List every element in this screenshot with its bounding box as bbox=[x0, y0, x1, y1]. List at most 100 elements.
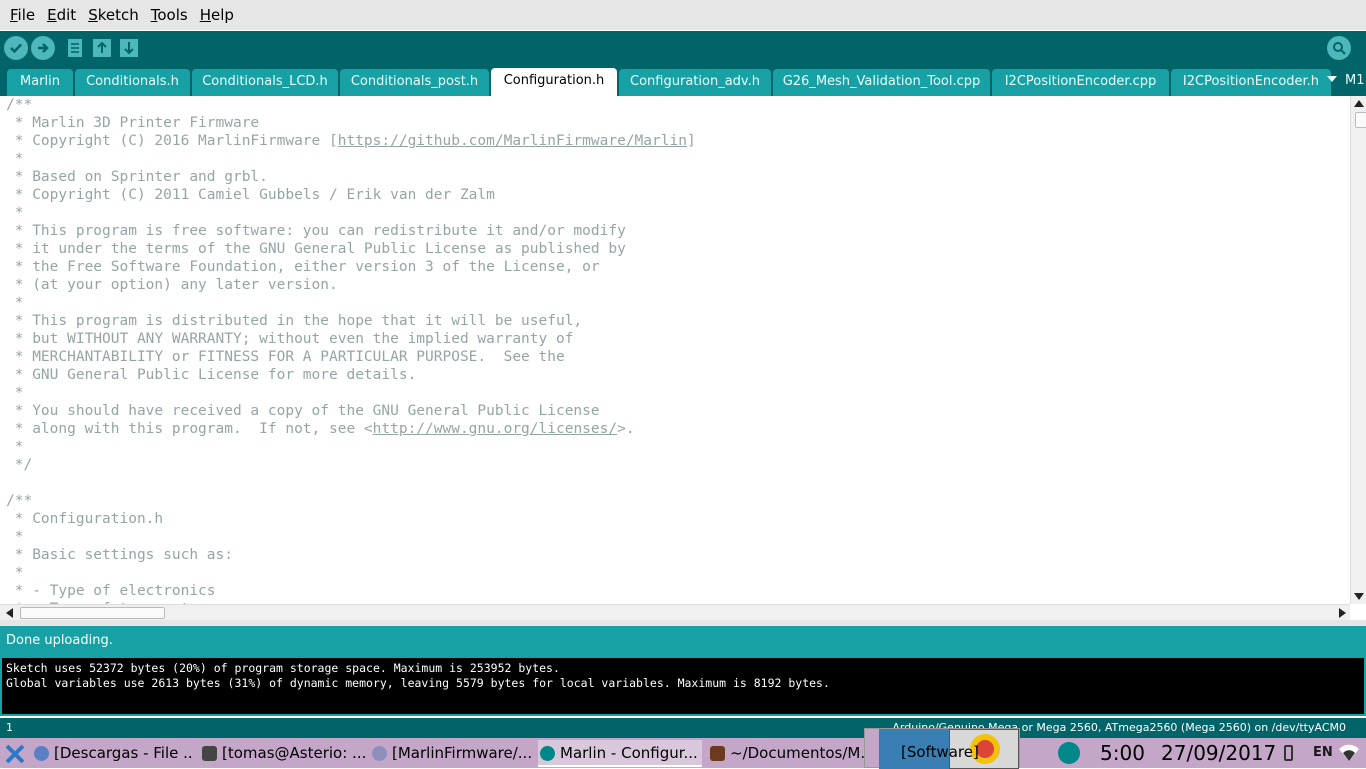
vertical-scrollbar[interactable] bbox=[1350, 96, 1366, 604]
date[interactable]: 27/09/2017 bbox=[1161, 738, 1276, 768]
code-line: * (at your option) any later version. bbox=[6, 277, 338, 293]
tab-label: Configuration_adv.h bbox=[630, 74, 760, 89]
tab-conditionals-h[interactable]: Conditionals.h bbox=[75, 69, 190, 96]
save-button[interactable] bbox=[118, 37, 140, 59]
code-line: * Copyright (C) 2011 Camiel Gubbels / Er… bbox=[6, 187, 495, 203]
code-line: * bbox=[6, 205, 24, 221]
tab-conditionals-lcd-h[interactable]: Conditionals_LCD.h bbox=[192, 69, 338, 96]
task-documentos[interactable]: ~/Documentos/M... bbox=[708, 740, 872, 767]
arduino-icon bbox=[540, 746, 555, 761]
code-line: * it under the terms of the GNU General … bbox=[6, 241, 626, 257]
start-menu-icon[interactable] bbox=[4, 743, 26, 765]
scroll-down-icon[interactable] bbox=[1354, 593, 1364, 600]
image-icon bbox=[710, 746, 725, 761]
tab-i2c-position-encoder-h[interactable]: I2CPositionEncoder.h bbox=[1171, 69, 1331, 96]
save-icon bbox=[120, 39, 138, 57]
open-button[interactable] bbox=[91, 37, 113, 59]
tab-configuration-adv-h[interactable]: Configuration_adv.h bbox=[619, 69, 771, 96]
tab-i2c-position-encoder-cpp[interactable]: I2CPositionEncoder.cpp bbox=[992, 69, 1169, 96]
tab-g26-mesh-validation-tool[interactable]: G26_Mesh_Validation_Tool.cpp bbox=[773, 69, 990, 96]
tab-label: Configuration.h bbox=[503, 73, 605, 88]
code-line: * MERCHANTABILITY or FITNESS FOR A PARTI… bbox=[6, 349, 565, 365]
tab-marlin[interactable]: Marlin bbox=[7, 69, 73, 96]
tab-label: I2CPositionEncoder.h bbox=[1182, 74, 1320, 89]
tab-label: Conditionals_post.h bbox=[350, 74, 479, 89]
horizontal-scrollbar[interactable] bbox=[0, 604, 1350, 620]
code-line: * GNU General Public License for more de… bbox=[6, 367, 417, 383]
code-line: * Marlin 3D Printer Firmware bbox=[6, 115, 260, 131]
scroll-left-icon[interactable] bbox=[6, 608, 13, 618]
code-line: * Basic settings such as: bbox=[6, 547, 233, 563]
clock[interactable]: 5:00 bbox=[1100, 738, 1145, 768]
upload-button[interactable] bbox=[31, 36, 55, 60]
scroll-up-icon[interactable] bbox=[1354, 100, 1364, 107]
terminal-icon bbox=[202, 746, 217, 761]
task-label: [tomas@Asterio: ... bbox=[222, 744, 366, 762]
code-line: * Copyright (C) 2016 MarlinFirmware [htt… bbox=[6, 133, 696, 149]
language-indicator[interactable]: EN bbox=[1313, 738, 1333, 768]
download-icon bbox=[34, 746, 49, 761]
code-line: */ bbox=[6, 457, 33, 473]
task-label: Marlin - Configur... bbox=[560, 744, 698, 762]
serial-monitor-button[interactable] bbox=[1327, 36, 1351, 60]
menu-sketch-mnemonic: S bbox=[88, 6, 98, 24]
tab-label: Conditionals_LCD.h bbox=[202, 74, 328, 89]
code-link[interactable]: http://www.gnu.org/licenses/ bbox=[373, 421, 617, 437]
window-preview-popup[interactable]: [Software] bbox=[864, 728, 1020, 769]
task-label: [Descargas - File ... bbox=[54, 744, 194, 762]
verify-button[interactable] bbox=[4, 36, 28, 60]
vertical-scroll-thumb[interactable] bbox=[1355, 112, 1366, 128]
code-line: * Configuration.h bbox=[6, 511, 164, 527]
verify-icon bbox=[10, 43, 22, 54]
tab-conditionals-post-h[interactable]: Conditionals_post.h bbox=[340, 69, 489, 96]
new-button[interactable] bbox=[64, 37, 86, 59]
horizontal-scroll-thumb[interactable] bbox=[20, 607, 165, 619]
menu-file-mnemonic: F bbox=[10, 6, 18, 24]
task-arduino[interactable]: Marlin - Configur... bbox=[538, 740, 702, 767]
code-line: * bbox=[6, 565, 24, 581]
code-line: * bbox=[6, 529, 24, 545]
menu-tools[interactable]: Tools bbox=[145, 0, 194, 30]
console-output[interactable]: Sketch uses 52372 bytes (20%) of program… bbox=[0, 658, 1366, 716]
code-line: /** bbox=[6, 493, 33, 509]
toolbar bbox=[0, 31, 1366, 64]
code-line: * along with this program. If not, see <… bbox=[6, 421, 635, 437]
code-line: * but WITHOUT ANY WARRANTY; without even… bbox=[6, 331, 574, 347]
code-text[interactable]: /** * Marlin 3D Printer Firmware * Copyr… bbox=[6, 96, 1346, 604]
code-line: * - Type of electronics bbox=[6, 583, 216, 599]
code-editor[interactable]: /** * Marlin 3D Printer Firmware * Copyr… bbox=[0, 96, 1366, 620]
wifi-icon[interactable] bbox=[1338, 744, 1360, 762]
menu-edit-label: dit bbox=[56, 6, 77, 24]
scroll-right-icon[interactable] bbox=[1339, 608, 1346, 618]
battery-icon[interactable] bbox=[1284, 745, 1293, 761]
task-descargas[interactable]: [Descargas - File ... bbox=[32, 740, 194, 767]
menu-file[interactable]: File bbox=[4, 0, 41, 30]
code-line: * the Free Software Foundation, either v… bbox=[6, 259, 600, 275]
code-line: /** bbox=[6, 97, 33, 113]
tab-configuration-h[interactable]: Configuration.h bbox=[491, 68, 617, 96]
code-link[interactable]: https://github.com/MarlinFirmware/Marlin bbox=[338, 133, 687, 149]
task-browser[interactable]: [MarlinFirmware/... bbox=[370, 740, 534, 767]
footer-bar: 1 Arduino/Genuino Mega or Mega 2560, ATm… bbox=[0, 718, 1366, 738]
tab-overflow-label: M1 bbox=[1345, 73, 1365, 88]
menu-help[interactable]: Help bbox=[194, 0, 240, 30]
taskbar: [Descargas - File ... [tomas@Asterio: ..… bbox=[0, 738, 1366, 768]
menu-edit[interactable]: Edit bbox=[41, 0, 82, 30]
menu-help-label: elp bbox=[210, 6, 234, 24]
code-line: * This program is free software: you can… bbox=[6, 223, 626, 239]
arduino-tray-icon[interactable] bbox=[1058, 742, 1080, 764]
menu-edit-mnemonic: E bbox=[47, 6, 57, 24]
preview-label: [Software] bbox=[901, 743, 979, 761]
new-icon bbox=[68, 39, 82, 57]
upload-icon bbox=[38, 43, 49, 53]
tab-strip: Marlin Conditionals.h Conditionals_LCD.h… bbox=[0, 64, 1366, 96]
menu-sketch[interactable]: Sketch bbox=[82, 0, 145, 30]
menu-sketch-label: ketch bbox=[97, 6, 139, 24]
task-terminal[interactable]: [tomas@Asterio: ... bbox=[200, 740, 366, 767]
tab-label: Marlin bbox=[20, 74, 60, 89]
tab-label: I2CPositionEncoder.cpp bbox=[1004, 74, 1157, 89]
tab-menu-arrow-icon[interactable] bbox=[1327, 76, 1337, 82]
menu-bar: File Edit Sketch Tools Help bbox=[0, 0, 1366, 30]
menu-file-label: ile bbox=[17, 6, 36, 24]
